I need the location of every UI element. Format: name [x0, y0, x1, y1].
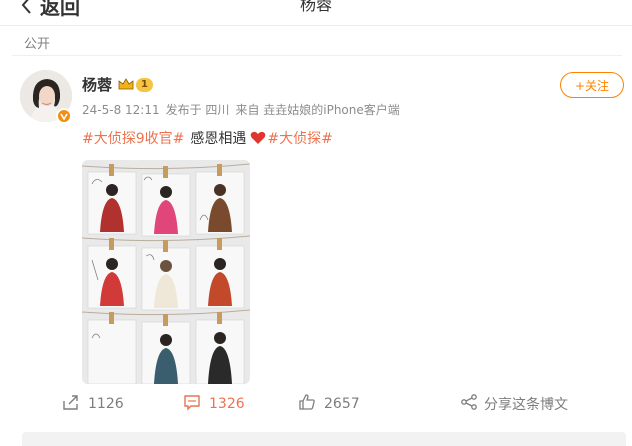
user-name[interactable]: 杨蓉 — [82, 74, 112, 95]
share-button[interactable]: 1126 — [62, 393, 124, 415]
post-body: 感恩相遇 — [190, 131, 247, 147]
like-button[interactable]: 2657 — [298, 393, 360, 415]
comment-icon — [183, 393, 201, 415]
hashtag-link[interactable]: #大侦探9收官# — [82, 128, 184, 148]
user-line: 杨蓉 1 — [82, 74, 153, 95]
forward-button[interactable]: 分享这条博文 — [460, 393, 568, 415]
crown-icon — [118, 78, 134, 91]
share-icon — [62, 393, 80, 415]
share-nodes-icon — [460, 393, 478, 415]
post-text: #大侦探9收官# 感恩相遇 #大侦探# — [82, 128, 333, 148]
top-bar: 返回 杨蓉 — [0, 0, 632, 26]
comment-count: 1326 — [209, 396, 245, 412]
divider — [12, 55, 622, 56]
post-image[interactable] — [82, 160, 250, 384]
post-meta: 24-5-8 12:11 发布于 四川 来自 垚垚姑娘的iPhone客户端 — [82, 101, 406, 118]
post-source[interactable]: 来自 垚垚姑娘的iPhone客户端 — [235, 103, 399, 117]
forward-label: 分享这条博文 — [484, 397, 568, 413]
like-count: 2657 — [324, 396, 360, 412]
heart-emoji-icon — [250, 131, 266, 145]
level-badge: 1 — [136, 77, 153, 92]
hashtag-link[interactable]: #大侦探# — [267, 128, 332, 148]
share-count: 1126 — [88, 396, 124, 412]
verified-badge-icon — [56, 108, 72, 124]
comment-button[interactable]: 1326 — [183, 393, 245, 415]
post-date: 24-5-8 12:11 — [82, 103, 160, 117]
thumbs-up-icon — [298, 393, 316, 415]
action-bar: 1126 1326 2657 分享这条博文 — [0, 393, 632, 417]
comment-area — [22, 432, 626, 446]
post-location: 发布于 四川 — [165, 103, 230, 117]
visibility-label: 公开 — [24, 37, 51, 52]
page-title: 杨蓉 — [299, 0, 332, 14]
follow-button[interactable]: +关注 — [560, 72, 624, 98]
